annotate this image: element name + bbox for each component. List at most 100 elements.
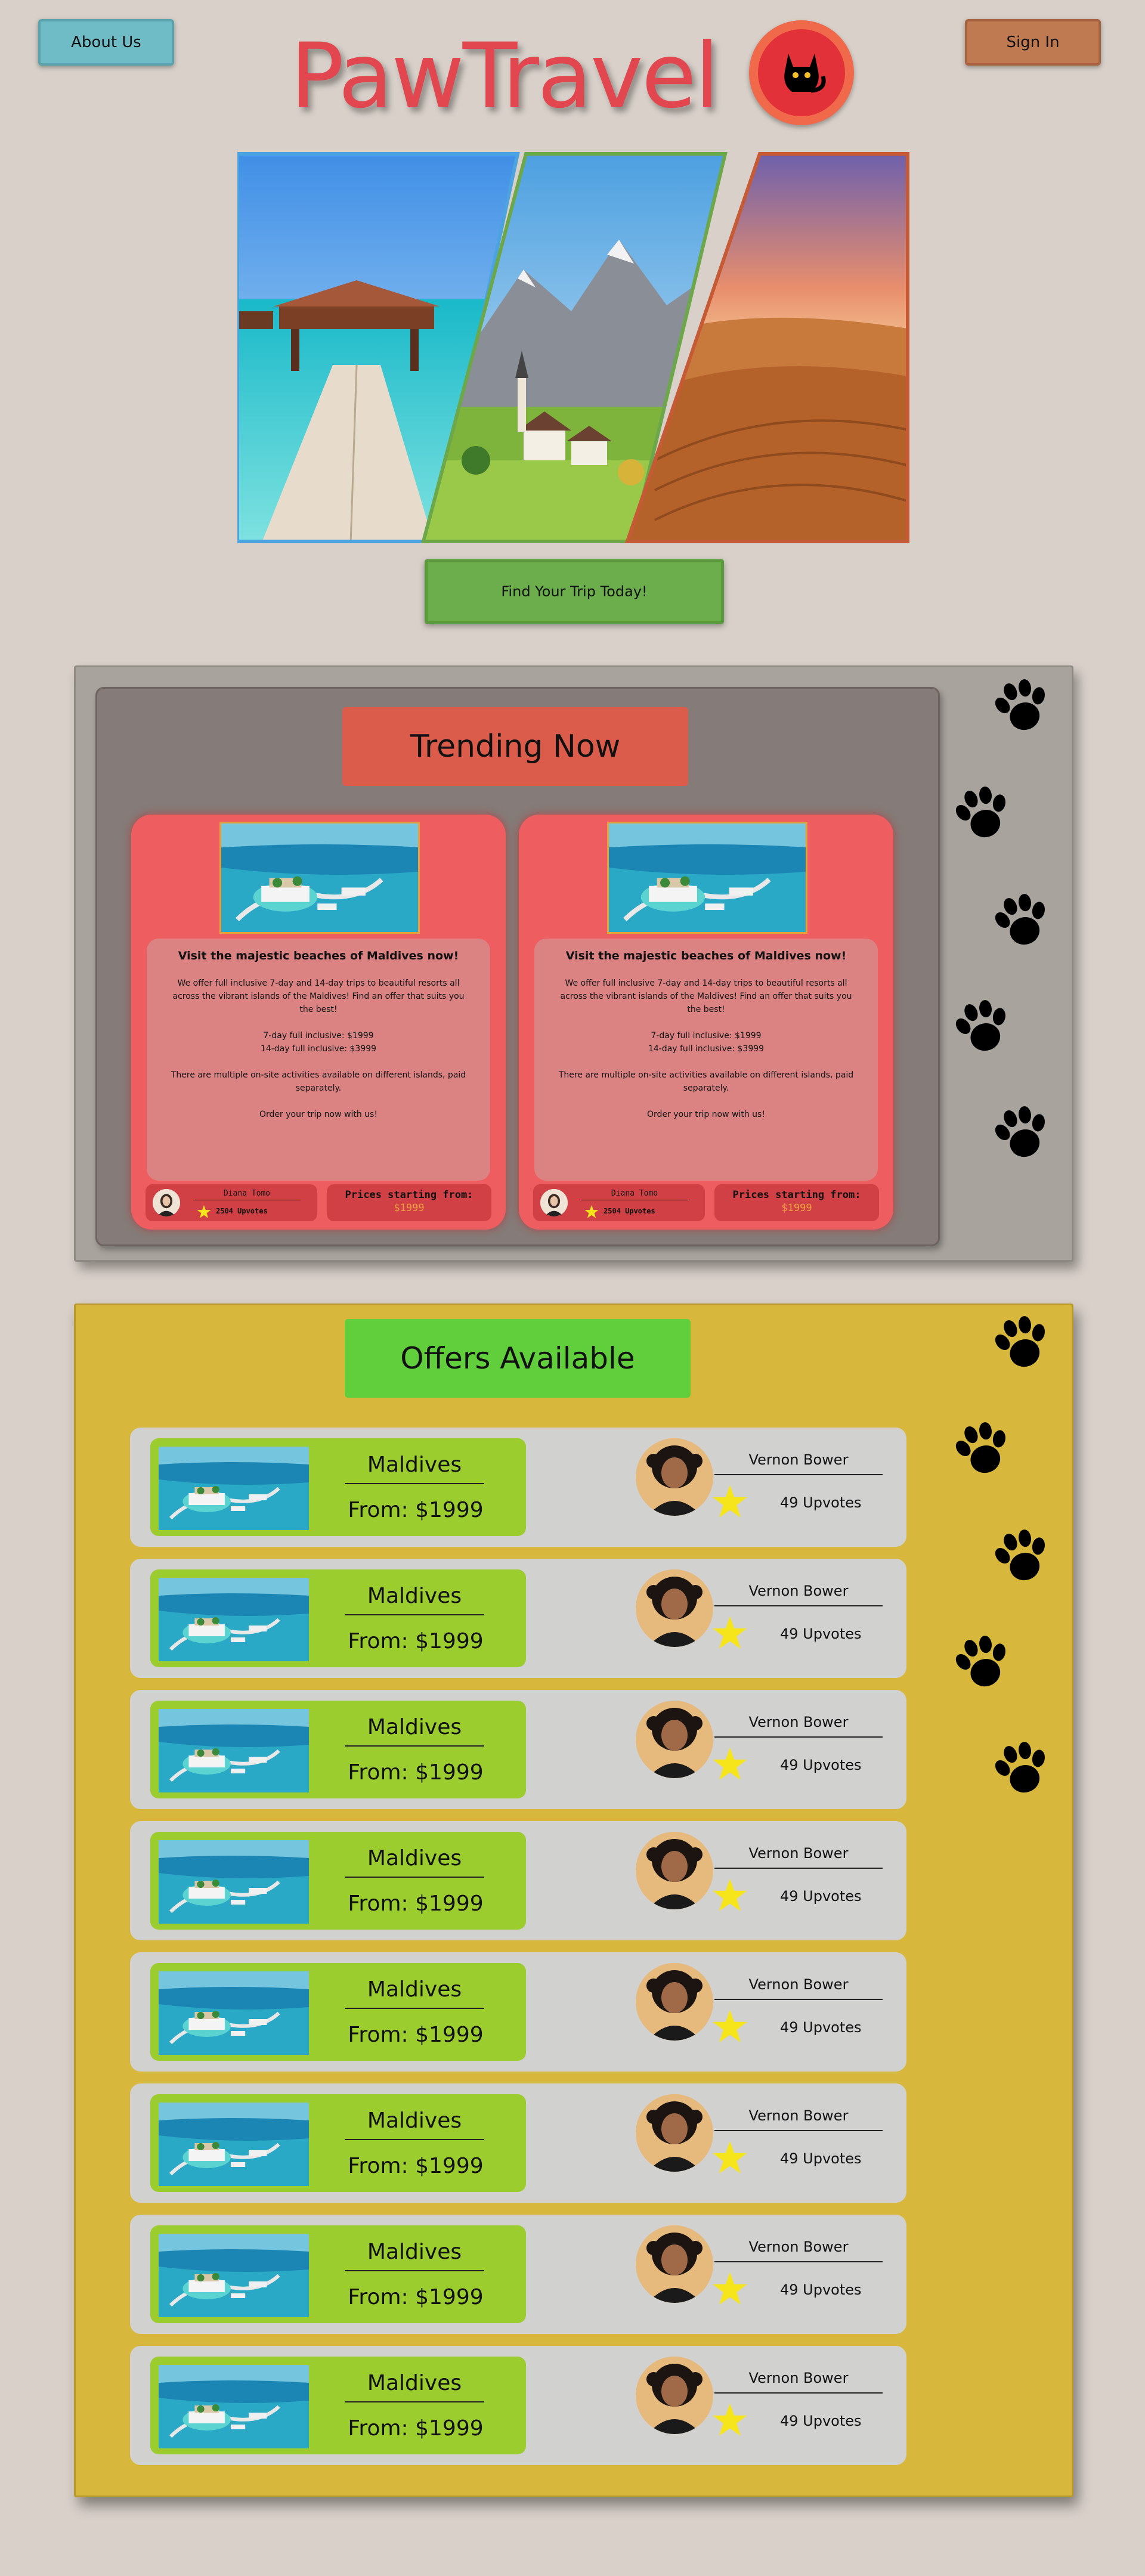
offer-card[interactable]: Maldives From: $1999 Vernon Bower 49 Upv… (130, 1952, 906, 2072)
trending-heading: Trending Now (342, 707, 688, 786)
resort-image (159, 1447, 309, 1530)
price-box: Prices starting from: $1999 (714, 1184, 879, 1221)
price-line: 14-day full inclusive: $3999 (648, 1044, 765, 1054)
upvote-count: 49 Upvotes (780, 2413, 862, 2429)
author-box[interactable]: Diana Tomo 2504 Upvotes (533, 1184, 705, 1221)
offer-card[interactable]: Maldives From: $1999 Vernon Bower 49 Upv… (130, 1559, 906, 1678)
avatar[interactable] (636, 1569, 713, 1647)
offer-card[interactable]: Maldives From: $1999 Vernon Bower 49 Upv… (130, 2215, 906, 2334)
trending-card-text: There are multiple on-site activities av… (558, 1070, 854, 1093)
find-trip-button[interactable]: Find Your Trip Today! (425, 559, 724, 624)
avatar[interactable] (636, 2094, 713, 2172)
price-value: $1999 (394, 1202, 425, 1214)
trending-card-prices: 7-day full inclusive: $1999 14-day full … (552, 1029, 860, 1055)
resort-image (159, 1971, 309, 2055)
avatar[interactable] (636, 1963, 713, 2041)
trending-card-prices: 7-day full inclusive: $1999 14-day full … (165, 1029, 472, 1055)
offer-user-name[interactable]: Vernon Bower (714, 1583, 883, 1606)
offer-user-name[interactable]: Vernon Bower (714, 1976, 883, 2000)
star-icon (584, 1205, 599, 1218)
avatar[interactable] (636, 1832, 713, 1909)
resort-image (159, 2103, 309, 2186)
offer-summary[interactable]: Maldives From: $1999 (150, 1701, 526, 1798)
author-name: Diana Tomo (193, 1189, 301, 1200)
about-us-button[interactable]: About Us (38, 19, 174, 66)
price-line: 14-day full inclusive: $3999 (260, 1044, 377, 1054)
offer-price: From: $1999 (348, 1629, 484, 1654)
resort-image (159, 2234, 309, 2317)
offer-destination: Maldives (345, 1453, 484, 1484)
resort-image (159, 1840, 309, 1924)
avatar[interactable] (636, 1438, 713, 1516)
offer-user-name[interactable]: Vernon Bower (714, 2107, 883, 2131)
offer-price: From: $1999 (348, 2154, 484, 2178)
offer-destination: Maldives (345, 2371, 484, 2402)
trending-card-text: We offer full inclusive 7-day and 14-day… (172, 979, 465, 1014)
offer-summary[interactable]: Maldives From: $1999 (150, 2357, 526, 2454)
star-icon[interactable] (712, 2008, 748, 2044)
offer-user-name[interactable]: Vernon Bower (714, 1714, 883, 1738)
offer-destination: Maldives (345, 2240, 484, 2271)
upvote-count: 2504 Upvotes (604, 1207, 655, 1215)
offer-card[interactable]: Maldives From: $1999 Vernon Bower 49 Upv… (130, 1690, 906, 1809)
price-box: Prices starting from: $1999 (327, 1184, 491, 1221)
avatar[interactable] (636, 1701, 713, 1778)
star-icon[interactable] (712, 1877, 748, 1913)
price-line: 7-day full inclusive: $1999 (263, 1031, 374, 1041)
offer-price: From: $1999 (348, 2416, 484, 2441)
offer-summary[interactable]: Maldives From: $1999 (150, 1569, 526, 1667)
offer-destination: Maldives (345, 2109, 484, 2140)
resort-image (159, 1709, 309, 1792)
trending-card-text: We offer full inclusive 7-day and 14-day… (560, 979, 852, 1014)
price-label: Prices starting from: (732, 1189, 861, 1201)
avatar (540, 1189, 568, 1216)
offer-destination: Maldives (345, 1584, 484, 1615)
offer-summary[interactable]: Maldives From: $1999 (150, 1438, 526, 1536)
trending-card[interactable]: Visit the majestic beaches of Maldives n… (519, 815, 893, 1230)
offer-user-name[interactable]: Vernon Bower (714, 2370, 883, 2394)
offer-price: From: $1999 (348, 1891, 484, 1916)
brand-title: PawTravel (290, 24, 719, 128)
price-line: 7-day full inclusive: $1999 (651, 1031, 762, 1041)
trending-card[interactable]: Visit the majestic beaches of Maldives n… (131, 815, 506, 1230)
author-box[interactable]: Diana Tomo 2504 Upvotes (146, 1184, 317, 1221)
star-icon[interactable] (712, 2402, 748, 2438)
offer-price: From: $1999 (348, 1760, 484, 1785)
offer-card[interactable]: Maldives From: $1999 Vernon Bower 49 Upv… (130, 1821, 906, 1940)
offers-heading: Offers Available (345, 1319, 691, 1398)
offer-price: From: $1999 (348, 1498, 484, 1522)
resort-image (219, 822, 420, 934)
avatar[interactable] (636, 2357, 713, 2434)
upvote-count: 2504 Upvotes (216, 1207, 268, 1215)
offer-card[interactable]: Maldives From: $1999 Vernon Bower 49 Upv… (130, 1428, 906, 1547)
avatar[interactable] (636, 2225, 713, 2303)
resort-image (607, 822, 807, 934)
offer-price: From: $1999 (348, 2023, 484, 2047)
star-icon[interactable] (712, 1615, 748, 1651)
sign-in-button[interactable]: Sign In (965, 19, 1101, 66)
author-name: Diana Tomo (581, 1189, 688, 1200)
offer-user-name[interactable]: Vernon Bower (714, 2238, 883, 2262)
hero-collage (237, 150, 911, 544)
offer-user-name[interactable]: Vernon Bower (714, 1451, 883, 1475)
upvote-count: 49 Upvotes (780, 2019, 862, 2036)
trending-card-text: Order your trip now with us! (259, 1110, 377, 1119)
offer-card[interactable]: Maldives From: $1999 Vernon Bower 49 Upv… (130, 2083, 906, 2203)
offer-summary[interactable]: Maldives From: $1999 (150, 1963, 526, 2061)
upvote-count: 49 Upvotes (780, 1626, 862, 1642)
offer-user-name[interactable]: Vernon Bower (714, 1845, 883, 1869)
resort-image (159, 2365, 309, 2448)
upvote-count: 49 Upvotes (780, 2281, 862, 2298)
star-icon[interactable] (712, 1484, 748, 1519)
star-icon[interactable] (712, 2271, 748, 2306)
avatar (153, 1189, 180, 1216)
star-icon[interactable] (712, 2140, 748, 2175)
resort-image (159, 1578, 309, 1661)
star-icon[interactable] (712, 1746, 748, 1782)
offer-summary[interactable]: Maldives From: $1999 (150, 2094, 526, 2192)
offer-summary[interactable]: Maldives From: $1999 (150, 1832, 526, 1930)
offer-summary[interactable]: Maldives From: $1999 (150, 2225, 526, 2323)
offer-card[interactable]: Maldives From: $1999 Vernon Bower 49 Upv… (130, 2346, 906, 2465)
black-cat-icon[interactable] (749, 20, 854, 125)
trending-card-title: Visit the majestic beaches of Maldives n… (178, 949, 459, 962)
